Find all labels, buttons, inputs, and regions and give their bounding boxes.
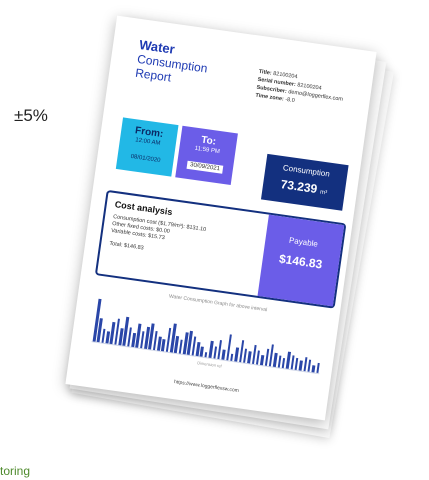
meta-timezone-label: Time zone: xyxy=(254,92,285,103)
consumption-unit: m³ xyxy=(319,189,328,197)
from-date: 08/01/2020 xyxy=(130,153,161,164)
graph-bar xyxy=(200,346,204,357)
graph-bar xyxy=(316,363,320,374)
report-title: Water Consumption Report xyxy=(134,37,210,89)
graph-bar xyxy=(204,352,208,358)
cost-details: Cost analysis Consumption cost ($1.79/m³… xyxy=(109,199,264,267)
report-preview: Water Consumption Report Title: 82100204… xyxy=(0,0,429,480)
graph-bar xyxy=(281,358,286,369)
meta-timezone-value: -8.0 xyxy=(284,96,296,105)
consumption-value: 73.239 xyxy=(279,177,319,197)
graph-bar xyxy=(311,365,316,373)
to-date-box: To: 11:59 PM 30/09/2021 xyxy=(175,125,238,186)
graph-bar xyxy=(298,360,303,371)
graph-bar xyxy=(221,349,226,360)
graph-bar xyxy=(230,353,234,362)
payable-value: $146.83 xyxy=(278,251,324,272)
consumption-box: Consumption 73.239 m³ xyxy=(260,153,349,211)
from-date-box: From: 12:00 AM 08/01/2020 xyxy=(115,117,179,177)
to-date: 30/09/2021 xyxy=(186,160,224,174)
report-page: Water Consumption Report Title: 82100204… xyxy=(65,15,377,421)
graph-bar xyxy=(260,355,264,366)
payable-label: Payable xyxy=(288,235,319,249)
report-meta: Title: 82100204 Serial number: 82100204 … xyxy=(255,68,346,112)
payable-box: Payable $146.83 xyxy=(257,214,345,307)
